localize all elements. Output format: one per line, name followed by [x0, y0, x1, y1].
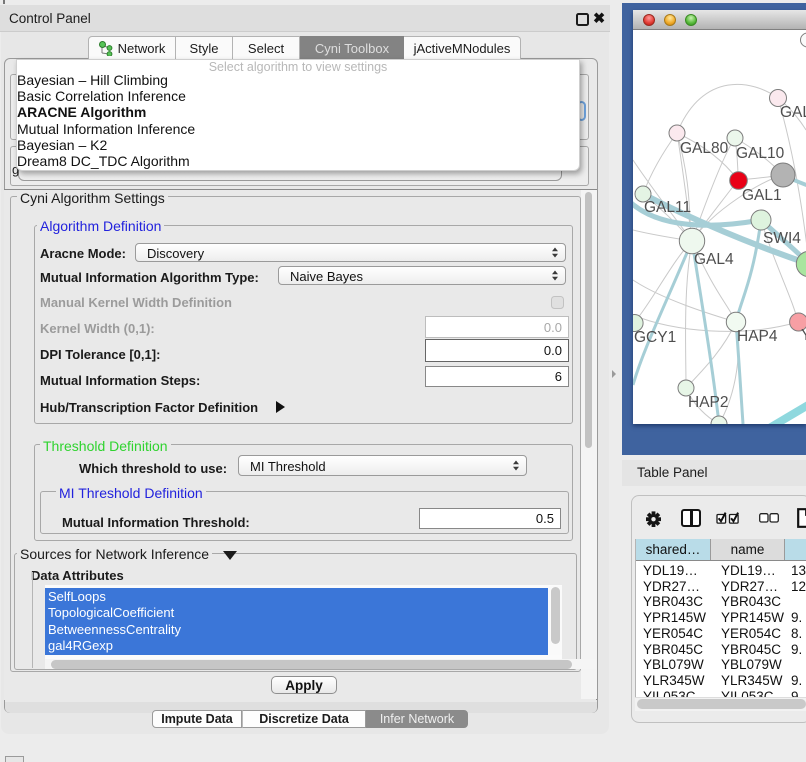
svg-text:Y: Y	[801, 327, 806, 344]
svg-text:GAL80: GAL80	[680, 140, 729, 157]
svg-text:GAL4: GAL4	[694, 251, 734, 268]
svg-text:GAL10: GAL10	[736, 145, 785, 162]
svg-text:HAP4: HAP4	[737, 328, 778, 345]
svg-text:GAL7: GAL7	[780, 104, 806, 121]
svg-text:GCY1: GCY1	[634, 329, 676, 346]
svg-text:SWI4: SWI4	[763, 230, 801, 247]
svg-text:GAL11: GAL11	[644, 199, 691, 216]
svg-text:HAP2: HAP2	[688, 394, 729, 411]
svg-text:GAL1: GAL1	[742, 187, 782, 204]
